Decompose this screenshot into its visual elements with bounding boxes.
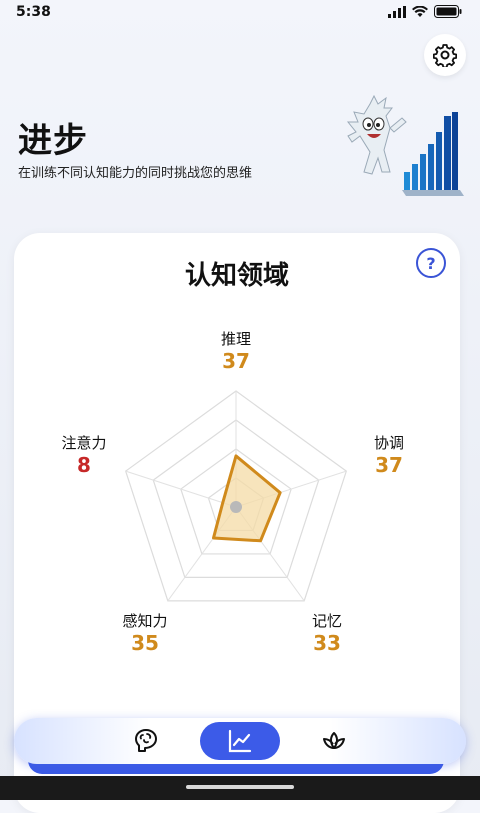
axis-label-perception: 感知力 [122,612,168,630]
axis-label-reasoning: 推理 [220,330,251,348]
nav-item-mindfulness[interactable] [306,722,362,760]
axis-label-coordination: 协调 [373,434,404,452]
bottom-nav [14,718,466,764]
radar-data-shape [211,454,282,543]
page-title: 进步 [18,121,88,161]
battery-icon [434,5,462,18]
radar-spoke [125,470,237,508]
nav-item-brain[interactable] [118,722,174,760]
axis-label-attention: 注意力 [61,434,107,452]
lotus-icon [323,732,345,749]
wifi-icon [412,5,428,17]
mascot-illustration [346,94,464,196]
status-icons [388,5,462,18]
brain-icon [135,729,157,752]
signal-icon [388,5,406,18]
neuron-mascot-icon [346,94,407,175]
axis-label-memory: 记忆 [311,612,342,630]
status-bar: 5:38 [0,0,480,26]
chart-line-icon [228,729,252,753]
gear-icon [433,44,457,67]
axis-value-attention: 8 [77,453,91,477]
nav-item-progress[interactable] [200,722,280,760]
axis-value-perception: 35 [131,631,159,655]
home-indicator[interactable] [186,785,294,789]
settings-button[interactable] [424,34,466,76]
axis-value-memory: 33 [313,631,341,655]
radar-center-dot [230,501,242,513]
axis-value-reasoning: 37 [222,349,250,373]
page-subtitle: 在训练不同认知能力的同时挑战您的思维 [18,166,253,181]
status-time: 5:38 [16,4,51,20]
axis-value-coordination: 37 [375,453,403,477]
bar-chart-icon [402,112,464,196]
